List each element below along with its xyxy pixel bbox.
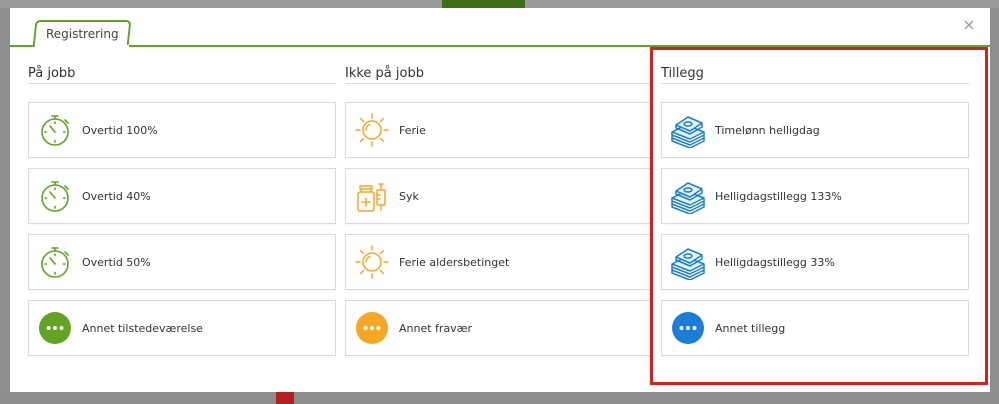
sun-icon	[354, 244, 390, 280]
close-icon[interactable]: ×	[962, 17, 976, 33]
option-label: Timelønn helligdag	[715, 123, 820, 137]
option-helligdagstillegg-133[interactable]: Helligdagstillegg 133%	[661, 168, 969, 224]
option-overtid-40[interactable]: Overtid 40%	[28, 168, 336, 224]
option-label: Annet fravær	[399, 321, 473, 335]
option-annet-fravaer[interactable]: Annet fravær	[345, 300, 653, 356]
more-icon	[37, 310, 73, 346]
option-label: Helligdagstillegg 133%	[715, 189, 842, 203]
option-label: Overtid 100%	[82, 123, 158, 137]
background-active-tab	[442, 0, 525, 8]
option-timelonn-helligdag[interactable]: Timelønn helligdag	[661, 102, 969, 158]
option-label: Helligdagstillegg 33%	[715, 255, 835, 269]
medicine-icon	[354, 178, 390, 214]
background-calendar-strip	[0, 392, 999, 404]
option-label: Overtid 50%	[82, 255, 151, 269]
option-label: Annet tillegg	[715, 321, 786, 335]
column-title: Tillegg	[661, 64, 969, 84]
option-label: Ferie	[399, 123, 426, 137]
option-label: Ferie aldersbetinget	[399, 255, 510, 269]
registration-modal: Registrering × På jobb Overtid 100% Over…	[10, 8, 990, 392]
sun-icon	[354, 112, 390, 148]
option-label: Syk	[399, 189, 419, 203]
option-label: Overtid 40%	[82, 189, 151, 203]
option-annet-tilstedevaerelse[interactable]: Annet tilstedeværelse	[28, 300, 336, 356]
money-stack-icon	[670, 178, 706, 214]
more-icon	[670, 310, 706, 346]
option-overtid-100[interactable]: Overtid 100%	[28, 102, 336, 158]
column-tillegg: Tillegg Timelønn helligdag Helligdagstil…	[661, 64, 969, 366]
tab-bar-line	[10, 45, 990, 47]
money-stack-icon	[670, 112, 706, 148]
option-annet-tillegg[interactable]: Annet tillegg	[661, 300, 969, 356]
money-stack-icon	[670, 244, 706, 280]
stopwatch-icon	[37, 178, 73, 214]
column-pa-jobb: På jobb Overtid 100% Overtid 40% Overtid…	[28, 64, 336, 366]
column-title: Ikke på jobb	[345, 64, 653, 84]
column-ikke-pa-jobb: Ikke på jobb Ferie Syk Ferie aldersbetin…	[345, 64, 653, 366]
more-icon	[354, 310, 390, 346]
option-syk[interactable]: Syk	[345, 168, 653, 224]
option-overtid-50[interactable]: Overtid 50%	[28, 234, 336, 290]
stopwatch-icon	[37, 112, 73, 148]
stopwatch-icon	[37, 244, 73, 280]
background-header	[0, 0, 999, 8]
option-helligdagstillegg-33[interactable]: Helligdagstillegg 33%	[661, 234, 969, 290]
option-ferie-aldersbetinget[interactable]: Ferie aldersbetinget	[345, 234, 653, 290]
option-label: Annet tilstedeværelse	[82, 321, 203, 335]
tab-label: Registrering	[45, 27, 119, 41]
background-today-marker	[276, 392, 294, 404]
column-title: På jobb	[28, 64, 336, 84]
tab-registrering[interactable]: Registrering	[32, 20, 132, 47]
option-ferie[interactable]: Ferie	[345, 102, 653, 158]
